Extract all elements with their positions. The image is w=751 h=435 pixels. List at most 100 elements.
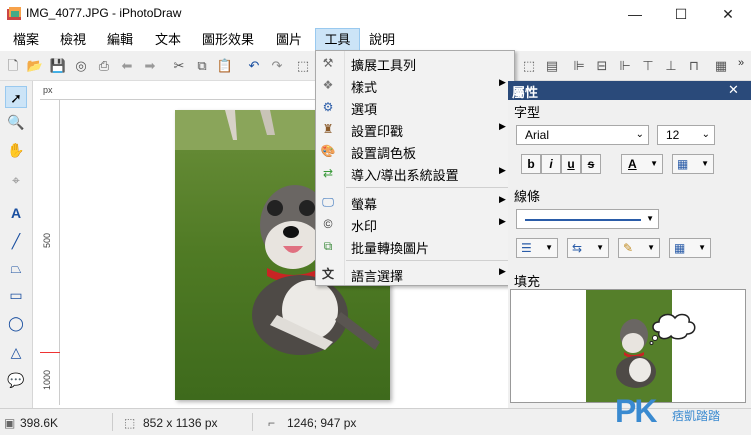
import-export-icon: ⇄: [322, 166, 334, 180]
minimize-button[interactable]: —: [612, 0, 658, 28]
status-divider: [112, 413, 113, 431]
grid-icon: ▦: [674, 241, 686, 255]
menu-item-set-stamp[interactable]: ♜ 設置印戳 ▶: [318, 118, 512, 140]
copyright-icon: ©: [323, 217, 333, 231]
rotate-left-icon[interactable]: ↶: [245, 57, 263, 75]
menu-text[interactable]: 文本: [149, 28, 187, 51]
window-title: IMG_4077.JPG - iPhotoDraw: [26, 6, 182, 20]
pen-icon: ✎: [623, 241, 634, 255]
text-border-button[interactable]: ▦ ▼: [672, 154, 714, 174]
disc-icon[interactable]: ◎: [72, 57, 90, 75]
print-icon[interactable]: ⎙: [95, 57, 113, 75]
cut-icon[interactable]: ✂: [170, 57, 188, 75]
align-middle-icon[interactable]: ⊥: [662, 57, 680, 75]
menu-image[interactable]: 圖片: [270, 28, 308, 51]
callout-cloud-shape: [649, 313, 696, 345]
menu-item-label: 水印: [351, 219, 378, 234]
line-grid-button[interactable]: ▦ ▼: [669, 238, 711, 258]
callout-tool-icon[interactable]: 💬: [5, 369, 27, 391]
ruler-label-1000: 1000: [42, 369, 52, 390]
submenu-arrow-icon: ▶: [499, 121, 506, 131]
wrench-icon: ⚒: [322, 56, 334, 70]
open-folder-icon[interactable]: 📂: [26, 57, 44, 75]
app-icon: [7, 7, 21, 20]
align-right-icon[interactable]: ⊩: [616, 57, 634, 75]
zoom-tool-icon[interactable]: 🔍: [5, 111, 27, 133]
menu-item-screen[interactable]: 🖵 螢幕 ▶: [318, 191, 512, 213]
menu-view[interactable]: 檢視: [54, 28, 92, 51]
style-icon: ❖: [322, 78, 334, 92]
crop-icon[interactable]: ⬚: [294, 57, 312, 75]
menu-item-label: 螢幕: [351, 197, 378, 212]
undo-icon[interactable]: ⬅: [118, 57, 136, 75]
properties-title: 屬性: [512, 85, 539, 100]
menu-shape-effects[interactable]: 圖形效果: [196, 28, 260, 51]
align-top-icon[interactable]: ⊤: [639, 57, 657, 75]
menu-item-label: 設置印戳: [351, 124, 404, 139]
font-size-value: 12: [666, 128, 680, 142]
preview-thumbnail: [510, 289, 746, 403]
rectangle-tool-icon[interactable]: ▭: [5, 284, 27, 306]
arrow-style-button[interactable]: ⇆ ▼: [567, 238, 609, 258]
language-icon: 文: [321, 267, 334, 281]
menu-separator: [346, 187, 511, 188]
close-panel-icon[interactable]: ✕: [728, 82, 739, 98]
close-button[interactable]: ✕: [705, 0, 751, 28]
menu-help[interactable]: 說明: [363, 28, 401, 51]
menu-item-label: 選項: [351, 102, 378, 117]
menu-item-watermark[interactable]: © 水印 ▶: [318, 213, 512, 235]
align-left-icon[interactable]: ⊫: [570, 57, 588, 75]
copy-icon[interactable]: ⧉: [193, 57, 211, 75]
rotate-right-icon[interactable]: ↷: [268, 57, 286, 75]
menu-item-extend-toolbar[interactable]: ⚒ 擴展工具列: [318, 52, 512, 74]
chevron-down-icon: ⌄: [701, 129, 710, 140]
gear-icon: ⚙: [322, 100, 334, 114]
italic-button[interactable]: i: [541, 154, 561, 174]
node-tool-icon[interactable]: ⌖: [5, 169, 27, 191]
maximize-button[interactable]: ☐: [658, 0, 704, 28]
triangle-tool-icon[interactable]: △: [5, 341, 27, 363]
menu-item-style[interactable]: ❖ 樣式 ▶: [318, 74, 512, 96]
strikethrough-button[interactable]: s: [581, 154, 601, 174]
toolbar-overflow-icon[interactable]: »: [738, 57, 744, 69]
font-section-title: 字型: [514, 105, 541, 120]
new-file-icon[interactable]: 🗋: [4, 57, 22, 75]
menu-item-label: 導入/導出系統設置: [351, 168, 459, 183]
font-size-select[interactable]: 12 ⌄: [657, 125, 715, 145]
preview-photo: [586, 290, 672, 402]
polyline-tool-icon[interactable]: ⏢: [5, 257, 27, 279]
menu-item-batch-convert[interactable]: ⧉ 批量轉換圖片: [318, 235, 512, 257]
hand-tool-icon[interactable]: ✋: [5, 139, 27, 161]
properties-header: 屬性 ✕: [508, 81, 751, 100]
line-tool-icon[interactable]: ╱: [5, 230, 27, 252]
underline-button[interactable]: u: [561, 154, 581, 174]
line-preview: [525, 219, 641, 221]
menu-file[interactable]: 檔案: [7, 28, 45, 51]
distribute-icon[interactable]: ▦: [712, 57, 730, 75]
line-weight-button[interactable]: ☰ ▼: [516, 238, 558, 258]
menu-tools[interactable]: 工具: [315, 28, 360, 51]
batch-convert-icon: ⧉: [323, 239, 333, 253]
menu-item-set-palette[interactable]: 🎨 設置調色板: [318, 140, 512, 162]
save-icon[interactable]: 💾: [49, 57, 67, 75]
font-color-button[interactable]: A ▼: [621, 154, 663, 174]
paste-icon[interactable]: 📋: [216, 57, 234, 75]
bold-button[interactable]: b: [521, 154, 541, 174]
menu-item-options[interactable]: ⚙ 選項: [318, 96, 512, 118]
menu-edit[interactable]: 編輯: [101, 28, 139, 51]
image-dimensions-value: 852 x 1136 px: [143, 416, 218, 430]
text-tool-icon[interactable]: A: [5, 202, 27, 224]
menu-item-language[interactable]: 文 語言選擇 ▶: [318, 263, 512, 285]
align-bottom-icon[interactable]: ⊓: [685, 57, 703, 75]
tools-panel: ➚ 🔍 ✋ ⌖ A ╱ ⏢ ▭ ◯ △ 💬: [0, 81, 33, 408]
line-color-button[interactable]: ✎ ▼: [618, 238, 660, 258]
select-area-icon[interactable]: ⬚: [520, 57, 538, 75]
line-style-select[interactable]: ▼: [516, 209, 659, 229]
redo-icon[interactable]: ➡: [141, 57, 159, 75]
align-center-icon[interactable]: ⊟: [593, 57, 611, 75]
font-name-select[interactable]: Arial ⌄: [516, 125, 649, 145]
pointer-tool-icon[interactable]: ➚: [5, 86, 27, 108]
menu-item-import-export[interactable]: ⇄ 導入/導出系統設置 ▶: [318, 162, 512, 184]
arrange-icon[interactable]: ▤: [543, 57, 561, 75]
ellipse-tool-icon[interactable]: ◯: [5, 312, 27, 334]
